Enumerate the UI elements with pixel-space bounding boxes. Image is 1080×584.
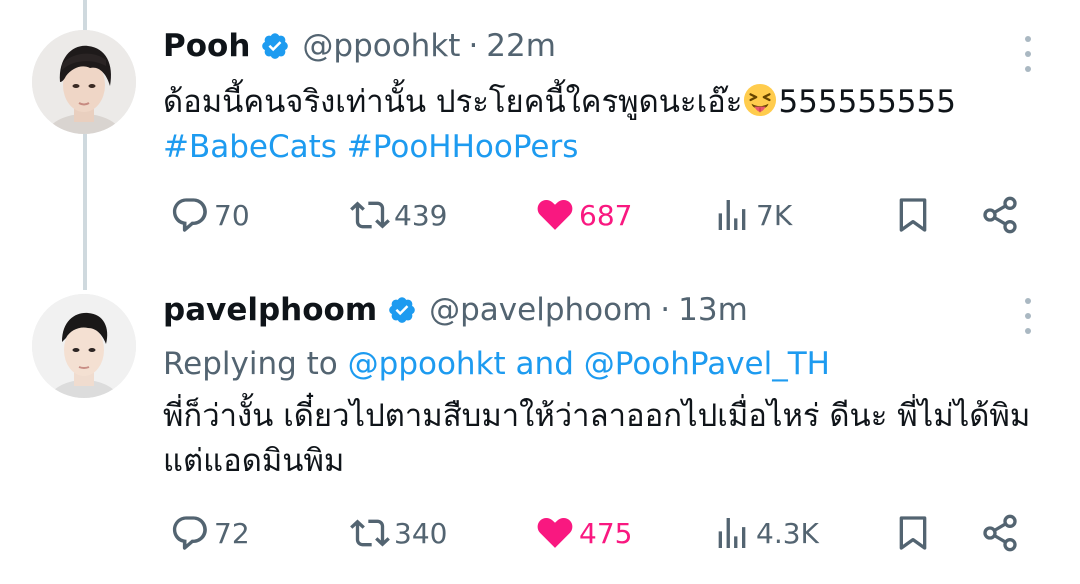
views-button[interactable]: 4.3K <box>712 511 819 555</box>
bookmark-button[interactable] <box>893 193 937 237</box>
avatar[interactable] <box>32 294 136 398</box>
tweet-header: Pooh @ppoohkt · 22m <box>163 26 556 66</box>
header-separator: · <box>468 28 479 64</box>
squinting-face-with-tongue-emoji-icon <box>743 83 777 117</box>
tweet-actions-bar: 72 340 475 4.3K <box>0 511 1080 555</box>
share-icon <box>983 196 1017 234</box>
verified-badge-icon <box>260 31 290 61</box>
share-icon <box>983 514 1017 552</box>
view-count: 7K <box>756 198 793 232</box>
tweet-text-line-1: ด้อมนี้คนจริงเท่านั้น ประโยคนี้ใครพูดนะเ… <box>163 84 743 120</box>
like-button[interactable]: 475 <box>535 511 632 555</box>
tweet-pavelphoom[interactable]: pavelphoom @pavelphoom · 13m Replying to… <box>0 272 1080 584</box>
hashtag-link[interactable]: #BabeCats <box>163 129 337 165</box>
tweet-text-line-1: พี่ก็ว่างั้น เดี๋ยวไปตามสืบมาให้ว่าลาออก… <box>163 398 1031 434</box>
analytics-icon <box>718 518 746 548</box>
views-button[interactable]: 7K <box>712 193 792 237</box>
heart-filled-icon <box>537 517 573 548</box>
reply-count: 72 <box>214 516 250 550</box>
tweet-pooh[interactable]: Pooh @ppoohkt · 22m ด้อมนี้คนจริงเท่านั้… <box>0 0 1080 270</box>
tweet-text-line-2: แต่แอดมินพิม <box>163 443 345 479</box>
reply-count: 70 <box>214 198 250 232</box>
retweet-icon <box>350 519 390 547</box>
tweet-actions-bar: 70 439 687 7K <box>0 193 1080 237</box>
heart-filled-icon <box>537 199 573 230</box>
retweet-button[interactable]: 439 <box>350 193 447 237</box>
retweet-count: 439 <box>394 198 448 232</box>
author-name[interactable]: pavelphoom <box>163 290 377 330</box>
like-button[interactable]: 687 <box>535 193 632 237</box>
author-name[interactable]: Pooh <box>163 26 250 66</box>
hashtag-link[interactable]: #PooHHooPers <box>347 129 579 165</box>
share-button[interactable] <box>980 193 1024 237</box>
replying-prefix: Replying to <box>163 346 338 382</box>
retweet-count: 340 <box>394 516 448 550</box>
more-options-icon[interactable] <box>1016 298 1040 334</box>
timestamp[interactable]: 13m <box>678 290 748 330</box>
like-count: 687 <box>579 198 633 232</box>
verified-badge-icon <box>387 295 417 325</box>
bookmark-button[interactable] <box>893 511 937 555</box>
mention-link[interactable]: @ppoohkt <box>348 346 506 382</box>
mention-link[interactable]: @PoohPavel_TH <box>584 346 830 382</box>
tweet-text-laugh: 555555555 <box>778 84 956 120</box>
replying-to: Replying to @ppoohkt and @PoohPavel_TH <box>163 344 830 384</box>
timestamp[interactable]: 22m <box>486 26 556 66</box>
retweet-icon <box>350 201 390 229</box>
reply-icon <box>172 198 207 232</box>
analytics-icon <box>718 200 746 230</box>
like-count: 475 <box>579 516 633 550</box>
avatar[interactable] <box>32 30 136 134</box>
retweet-button[interactable]: 340 <box>350 511 447 555</box>
reply-button[interactable]: 70 <box>170 193 250 237</box>
reply-icon <box>172 516 207 550</box>
author-handle[interactable]: @pavelphoom <box>429 290 652 330</box>
tweet-text: ด้อมนี้คนจริงเท่านั้น ประโยคนี้ใครพูดนะเ… <box>163 80 1043 170</box>
bookmark-icon <box>899 198 927 232</box>
tweet-text: พี่ก็ว่างั้น เดี๋ยวไปตามสืบมาให้ว่าลาออก… <box>163 394 1043 484</box>
tweet-header: pavelphoom @pavelphoom · 13m <box>163 290 748 330</box>
header-separator: · <box>660 292 671 328</box>
bookmark-icon <box>899 516 927 550</box>
author-handle[interactable]: @ppoohkt <box>302 26 460 66</box>
more-options-icon[interactable] <box>1016 36 1040 72</box>
replying-and[interactable]: and <box>516 346 574 382</box>
share-button[interactable] <box>980 511 1024 555</box>
view-count: 4.3K <box>756 516 819 550</box>
reply-button[interactable]: 72 <box>170 511 250 555</box>
